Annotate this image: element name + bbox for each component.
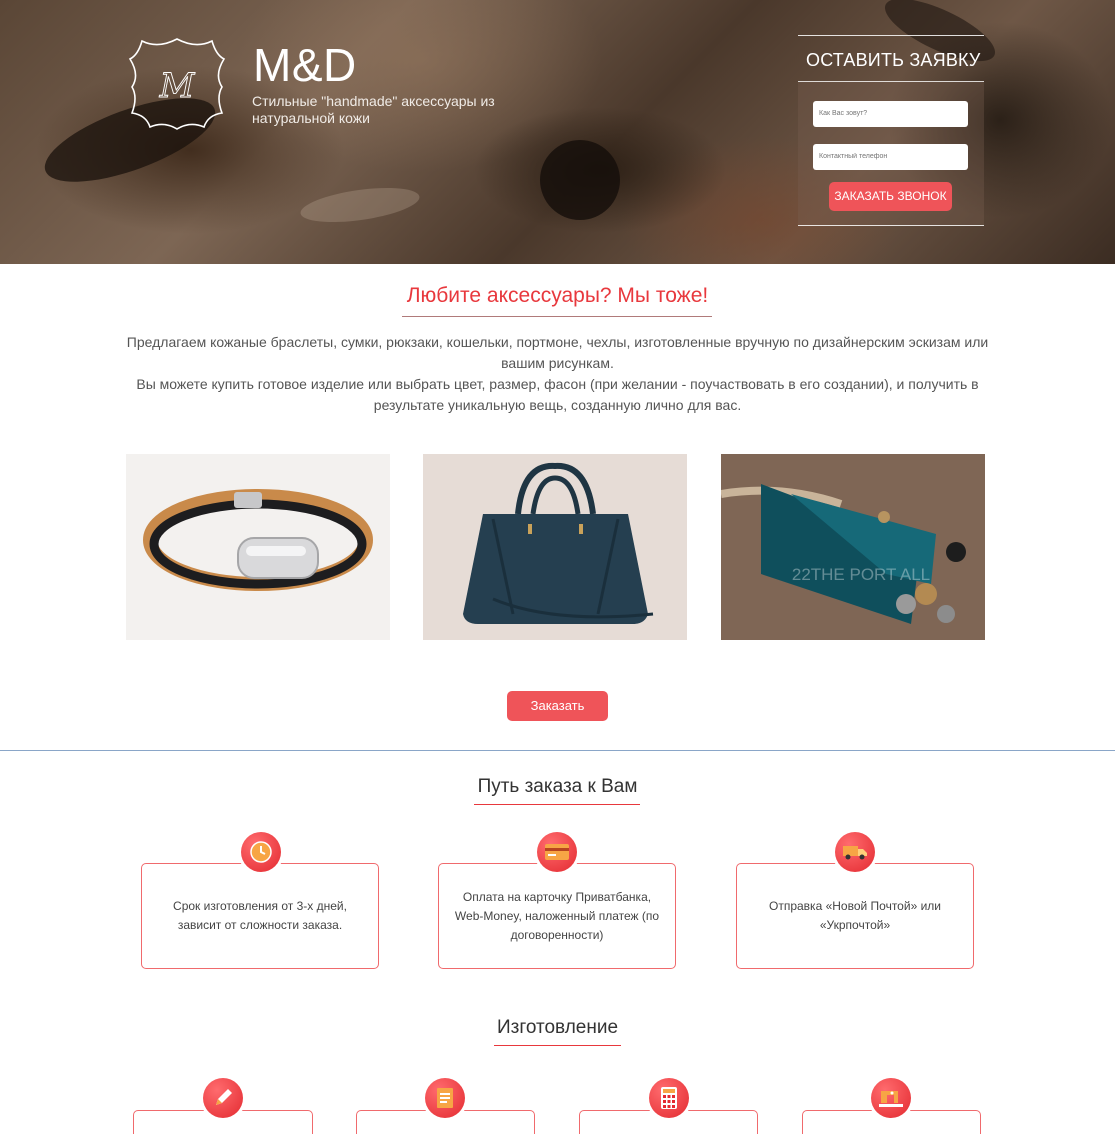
order-step-text: Срок изготовления от 3-х дней, зависит о… — [173, 899, 347, 932]
request-call-button[interactable]: ЗАКАЗАТЬ ЗВОНОК — [829, 182, 952, 211]
title-underline — [474, 804, 640, 805]
order-step-text: Отправка «Новой Почтой» или «Укрпочтой» — [769, 899, 941, 932]
hero-tool-shape — [540, 140, 620, 220]
request-form-title: ОСТАВИТЬ ЗАЯВКУ — [806, 50, 981, 70]
hero-banner: М M&D Стильные "handmade" аксессуары из … — [0, 0, 1115, 264]
title-underline — [402, 316, 712, 317]
intro-paragraph: Вы можете купить готовое изделие или выб… — [136, 376, 979, 413]
hero-tool-shape — [298, 181, 422, 229]
section-divider — [0, 750, 1115, 751]
phone-input[interactable] — [813, 144, 968, 170]
brand-tagline: Стильные "handmade" аксессуары из натура… — [252, 93, 495, 126]
order-step-card: Оплата на карточку Приватбанка, Web-Mone… — [438, 863, 676, 969]
leather-hide-logo[interactable]: М — [128, 35, 226, 131]
order-button[interactable]: Заказать — [507, 691, 608, 721]
intro-paragraph: Предлагаем кожаные браслеты, сумки, рюкз… — [126, 334, 989, 371]
credit-card-icon — [537, 832, 577, 872]
calculator-icon — [649, 1078, 689, 1118]
title-underline — [494, 1045, 621, 1046]
wallet-watermark: 22THE PORT ALL — [792, 565, 930, 584]
leather-bracelet-photo[interactable] — [126, 454, 390, 640]
order-step-card: Отправка «Новой Почтой» или «Укрпочтой» — [736, 863, 974, 969]
clock-icon — [241, 832, 281, 872]
order-path-title: Путь заказа к Вам — [477, 776, 638, 797]
order-step-text: Оплата на карточку Приватбанка, Web-Mone… — [454, 889, 660, 942]
order-step-card: Срок изготовления от 3-х дней, зависит о… — [141, 863, 379, 969]
intro-text: Предлагаем кожаные браслеты, сумки, рюкз… — [110, 332, 1005, 416]
leather-wallet-photo[interactable]: 22THE PORT ALL — [721, 454, 985, 640]
manufacturing-title: Изготовление — [496, 1017, 619, 1038]
name-input[interactable] — [813, 101, 968, 127]
leather-handbag-photo[interactable] — [423, 454, 687, 640]
pencil-icon — [203, 1078, 243, 1118]
logo-monogram: М — [159, 66, 196, 106]
brand-name: M&D — [253, 39, 357, 91]
intro-title: Любите аксессуары? Мы тоже! — [406, 284, 709, 307]
document-icon — [425, 1078, 465, 1118]
delivery-truck-icon — [835, 832, 875, 872]
request-form: ОСТАВИТЬ ЗАЯВКУ ЗАКАЗАТЬ ЗВОНОК — [798, 35, 984, 226]
sewing-machine-icon — [871, 1078, 911, 1118]
